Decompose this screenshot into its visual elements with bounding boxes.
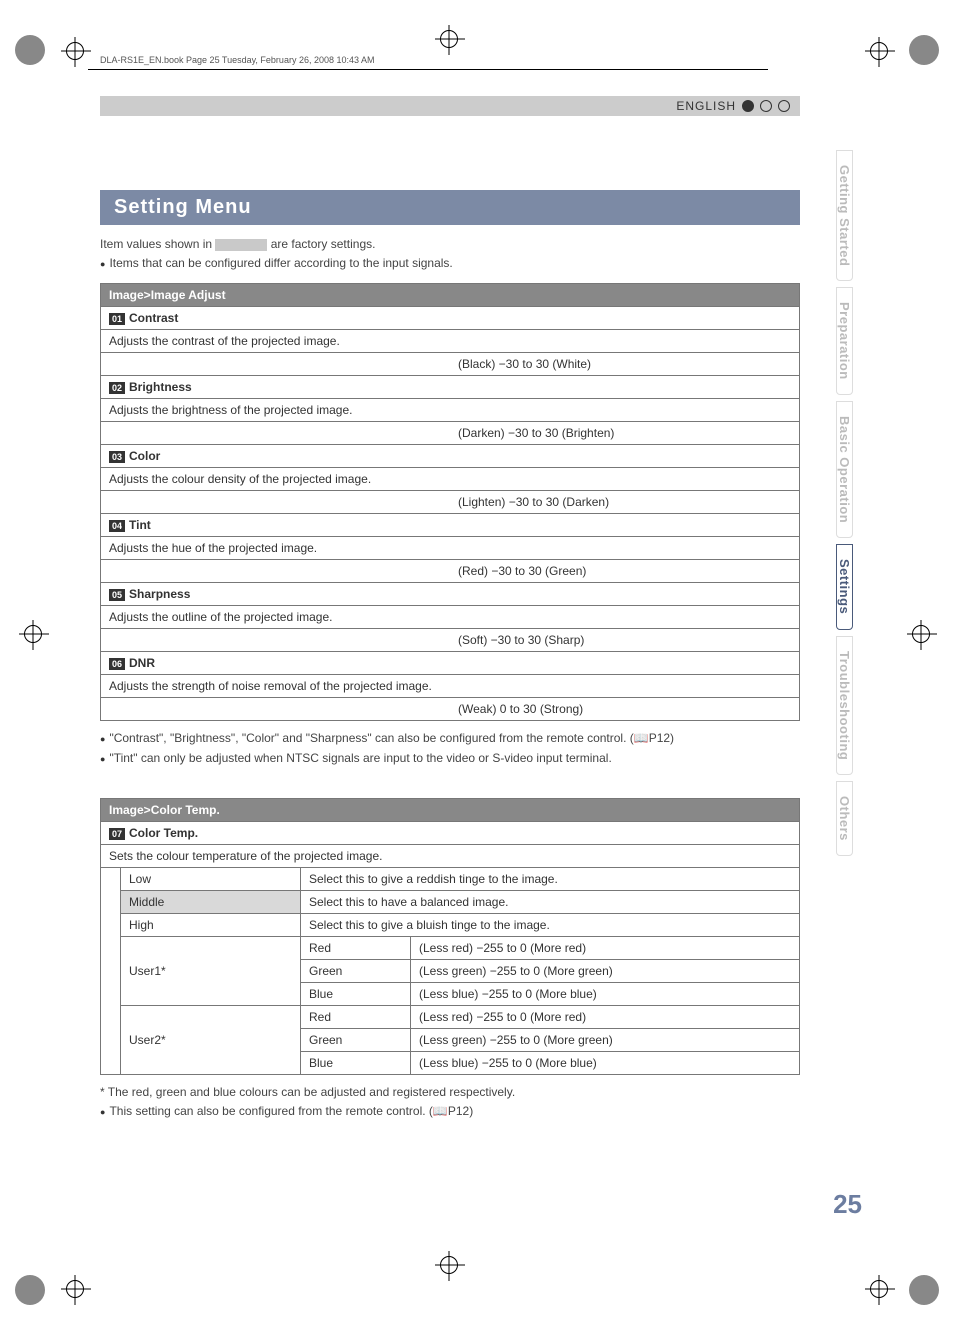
option-label: Low [121, 867, 301, 890]
item-range: (Black) −30 to 30 (White) [450, 353, 800, 376]
option-label-default: Middle [121, 890, 301, 913]
item-desc: Adjusts the contrast of the projected im… [101, 330, 800, 353]
item-desc: Adjusts the colour density of the projec… [101, 468, 800, 491]
tab-basic-operation[interactable]: Basic Operation [836, 401, 853, 538]
language-bar: ENGLISH [100, 96, 800, 116]
tab-getting-started[interactable]: Getting Started [836, 150, 853, 281]
channel-range: (Less green) −255 to 0 (More green) [411, 1028, 800, 1051]
lang-dot-icon [760, 100, 772, 112]
crosshair-icon [24, 625, 42, 643]
color-temp-table: Image>Color Temp. 07 Color Temp. Sets the… [100, 798, 800, 1075]
item-name: DNR [129, 656, 155, 670]
intro-text: Item values shown in [100, 237, 215, 251]
page-title: Setting Menu [100, 190, 800, 225]
bookmark-text: DLA-RS1E_EN.book Page 25 Tuesday, Februa… [100, 55, 375, 65]
bookmark-header: DLA-RS1E_EN.book Page 25 Tuesday, Februa… [100, 55, 375, 65]
option-desc: Select this to give a reddish tinge to t… [301, 867, 800, 890]
channel-range: (Less green) −255 to 0 (More green) [411, 959, 800, 982]
language-label: ENGLISH [676, 99, 736, 113]
item-num: 02 [109, 382, 125, 394]
image-adjust-table: Image>Image Adjust 01 Contrast Adjusts th… [100, 283, 800, 721]
lang-dot-icon [742, 100, 754, 112]
item-desc: Sets the colour temperature of the proje… [101, 844, 800, 867]
item-name: Color Temp. [129, 826, 198, 840]
color-temp-notes: * The red, green and blue colours can be… [100, 1083, 800, 1121]
note-text: This setting can also be configured from… [109, 1102, 473, 1121]
item-desc: Adjusts the strength of noise removal of… [101, 675, 800, 698]
section-header: Image>Image Adjust [101, 284, 800, 307]
section-header: Image>Color Temp. [101, 798, 800, 821]
tab-settings[interactable]: Settings [836, 544, 853, 629]
channel-label: Blue [301, 1051, 411, 1074]
item-name: Contrast [129, 311, 178, 325]
intro-note: Items that can be configured differ acco… [109, 254, 452, 273]
side-tabs: Getting Started Preparation Basic Operat… [836, 150, 864, 862]
crosshair-icon [870, 1280, 888, 1298]
crosshair-icon [66, 42, 84, 60]
channel-range: (Less red) −255 to 0 (More red) [411, 936, 800, 959]
item-range: (Red) −30 to 30 (Green) [450, 560, 800, 583]
item-num: 07 [109, 828, 125, 840]
channel-label: Red [301, 1005, 411, 1028]
note-text: * The red, green and blue colours can be… [100, 1085, 515, 1099]
item-num: 03 [109, 451, 125, 463]
option-label: High [121, 913, 301, 936]
note-text: "Tint" can only be adjusted when NTSC si… [109, 749, 611, 768]
channel-range: (Less blue) −255 to 0 (More blue) [411, 982, 800, 1005]
item-desc: Adjusts the brightness of the projected … [101, 399, 800, 422]
corner-dot [909, 1275, 939, 1305]
item-num: 05 [109, 589, 125, 601]
channel-label: Red [301, 936, 411, 959]
corner-dot [15, 35, 45, 65]
item-desc: Adjusts the hue of the projected image. [101, 537, 800, 560]
corner-dot [909, 35, 939, 65]
item-range: (Darken) −30 to 30 (Brighten) [450, 422, 800, 445]
crosshair-icon [440, 1256, 458, 1274]
image-adjust-notes: "Contrast", "Brightness", "Color" and "S… [100, 729, 800, 767]
item-name: Tint [129, 518, 151, 532]
channel-label: Green [301, 1028, 411, 1051]
corner-dot [15, 1275, 45, 1305]
page-number: 25 [833, 1189, 862, 1220]
item-num: 04 [109, 520, 125, 532]
note-text: "Contrast", "Brightness", "Color" and "S… [109, 729, 674, 748]
option-label: User1* [121, 936, 301, 1005]
channel-label: Green [301, 959, 411, 982]
factory-swatch-icon [215, 239, 267, 251]
option-label: User2* [121, 1005, 301, 1074]
crosshair-icon [912, 625, 930, 643]
channel-label: Blue [301, 982, 411, 1005]
item-name: Brightness [129, 380, 192, 394]
item-range: (Weak) 0 to 30 (Strong) [450, 698, 800, 721]
item-desc: Adjusts the outline of the projected ima… [101, 606, 800, 629]
crosshair-icon [870, 42, 888, 60]
item-num: 01 [109, 313, 125, 325]
channel-range: (Less red) −255 to 0 (More red) [411, 1005, 800, 1028]
intro-block: Item values shown in are factory setting… [100, 235, 800, 273]
item-name: Sharpness [129, 587, 190, 601]
tab-preparation[interactable]: Preparation [836, 287, 853, 395]
crosshair-icon [66, 1280, 84, 1298]
item-name: Color [129, 449, 160, 463]
intro-text: are factory settings. [271, 237, 376, 251]
option-desc: Select this to have a balanced image. [301, 890, 800, 913]
channel-range: (Less blue) −255 to 0 (More blue) [411, 1051, 800, 1074]
item-range: (Soft) −30 to 30 (Sharp) [450, 629, 800, 652]
tab-troubleshooting[interactable]: Troubleshooting [836, 636, 853, 775]
crosshair-icon [440, 30, 458, 48]
lang-dot-icon [778, 100, 790, 112]
option-desc: Select this to give a bluish tinge to th… [301, 913, 800, 936]
item-range: (Lighten) −30 to 30 (Darken) [450, 491, 800, 514]
tab-others[interactable]: Others [836, 781, 853, 856]
item-num: 06 [109, 658, 125, 670]
